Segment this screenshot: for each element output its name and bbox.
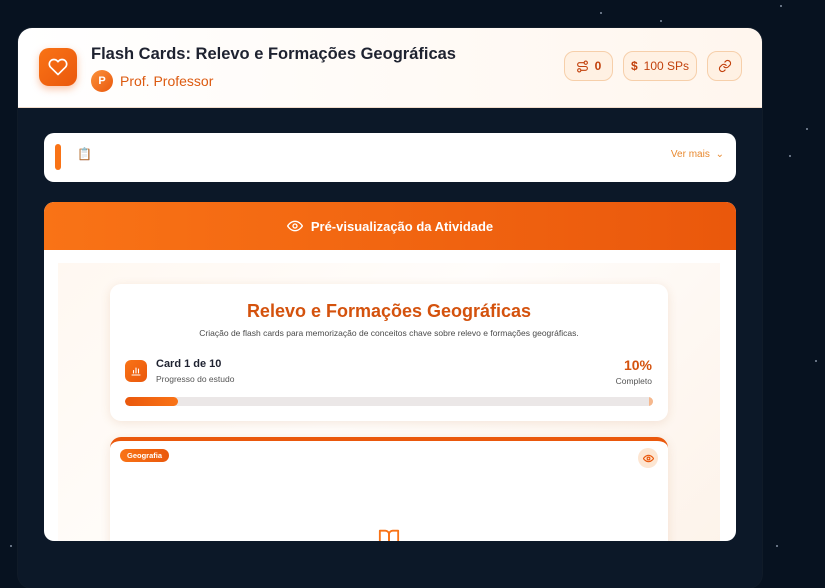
preview-header-label: Pré-visualização da Atividade: [310, 218, 494, 234]
favorite-button[interactable]: [39, 48, 77, 86]
study-title: Relevo e Formações Geográficas: [246, 301, 532, 321]
complete-label: Completo: [615, 376, 652, 386]
bar-chart-icon: [125, 360, 147, 382]
see-more-button[interactable]: Ver mais ⌄: [671, 149, 724, 160]
activity-header: Flash Cards: Relevo e Formações Geográfi…: [18, 28, 762, 108]
clipboard-icon: 📋: [77, 147, 92, 161]
book-open-icon: [378, 527, 400, 541]
eye-icon: [286, 220, 303, 232]
activity-panel: Flash Cards: Relevo e Formações Geográfi…: [18, 28, 762, 588]
star: [10, 545, 12, 547]
accent-bar: [55, 144, 61, 170]
author-name: Prof. Professor: [120, 73, 214, 89]
route-icon: [576, 60, 588, 72]
card-counter: Card 1 de 10: [156, 358, 222, 370]
progress-bar-fill: [125, 397, 178, 406]
progress-percent: 10%: [623, 357, 652, 373]
connections-count: 0: [594, 59, 602, 73]
progress-bar-end: [649, 397, 653, 406]
description-card: 📋 Ver mais ⌄: [44, 133, 736, 182]
study-progress-card: Relevo e Formações Geográficas Criação d…: [110, 284, 668, 421]
star: [815, 360, 817, 362]
author-info[interactable]: P Prof. Professor: [91, 70, 213, 92]
heart-icon: [48, 58, 68, 76]
star: [806, 128, 808, 130]
share-link-button[interactable]: [707, 51, 742, 81]
study-subtitle: Criação de flash cards para memorização …: [199, 328, 579, 338]
author-avatar: P: [91, 70, 113, 92]
eye-icon: [642, 454, 654, 462]
star: [789, 155, 791, 157]
card-tag: Geografia: [120, 449, 170, 462]
star: [660, 20, 662, 22]
star: [600, 12, 602, 14]
dollar-icon: $: [630, 59, 638, 73]
chevron-down-icon: ⌄: [715, 149, 724, 160]
reveal-button[interactable]: [638, 448, 658, 468]
progress-label: Progresso do estudo: [156, 374, 235, 384]
preview-body: Relevo e Formações Geográficas Criação d…: [58, 263, 720, 541]
connections-button[interactable]: 0: [564, 51, 613, 81]
progress-bar: [125, 397, 653, 406]
see-more-label: Ver mais: [670, 149, 710, 160]
preview-header: Pré-visualização da Atividade: [44, 202, 736, 250]
activity-preview: Pré-visualização da Atividade Relevo e F…: [44, 202, 736, 541]
flash-card[interactable]: Geografia: [110, 437, 668, 541]
sp-button[interactable]: $ 100 SPs: [623, 51, 697, 81]
star: [776, 545, 778, 547]
link-icon: [718, 59, 731, 73]
star: [780, 5, 782, 7]
sp-value: 100 SPs: [643, 59, 690, 73]
activity-title: Flash Cards: Relevo e Formações Geográfi…: [91, 45, 456, 63]
